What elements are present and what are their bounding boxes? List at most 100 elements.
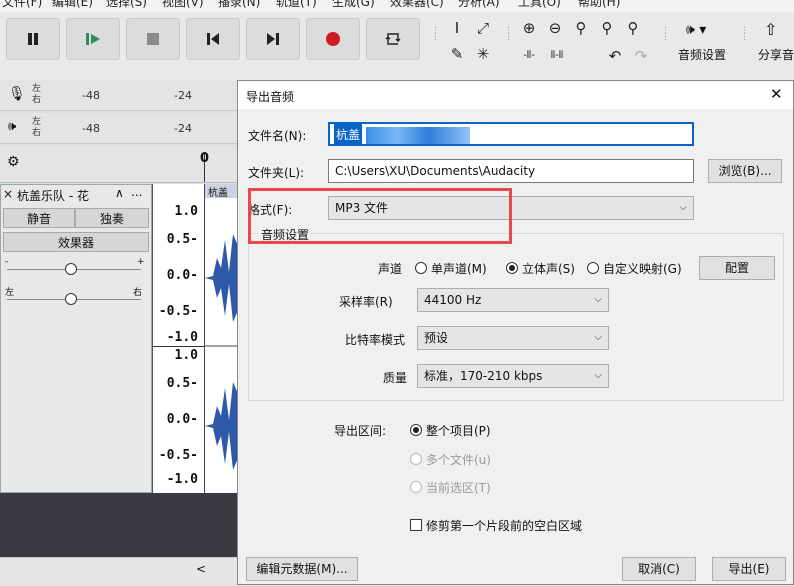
skip-to-end-button[interactable] xyxy=(246,18,300,60)
skip-to-start-button[interactable] xyxy=(186,18,240,60)
effects-button[interactable]: 效果器 xyxy=(3,232,149,252)
chevron-up-icon[interactable]: ∧ xyxy=(115,186,124,200)
custom-mapping-label[interactable]: 自定义映射(G) xyxy=(603,260,682,277)
gain-minus-label: - xyxy=(5,257,9,267)
scale-label: 1.0 xyxy=(174,204,198,219)
menu-select[interactable]: 选择(S) xyxy=(106,0,147,10)
whole-project-label[interactable]: 整个项目(P) xyxy=(426,422,491,439)
audio-setup-button[interactable]: 🕪 ▾ 音频设置 xyxy=(672,18,734,70)
highlight-box xyxy=(248,188,512,244)
selection-tool-icon[interactable]: I xyxy=(446,18,468,38)
solo-button[interactable]: 独奏 xyxy=(75,208,149,228)
menu-tracks[interactable]: 轨道(T) xyxy=(276,0,317,10)
menu-analyze[interactable]: 分析(A) xyxy=(458,0,500,10)
bitrate-mode-label: 比特率模式 xyxy=(345,333,406,347)
pause-icon xyxy=(28,33,38,45)
export-button[interactable]: 导出(E) xyxy=(712,557,786,581)
menu-file[interactable]: 文件(F) xyxy=(2,0,42,10)
close-track-icon[interactable]: × xyxy=(3,187,13,201)
edit-metadata-button[interactable]: 编辑元数据(M)... xyxy=(246,557,358,581)
timeline-zero-label: 0 xyxy=(200,151,210,166)
radio-multiple-files xyxy=(410,453,422,465)
radio-mono[interactable] xyxy=(415,262,427,274)
quality-value: 标准，170-210 kbps xyxy=(424,369,543,383)
trim-blank-checkbox[interactable] xyxy=(410,519,422,531)
clip-name[interactable]: 杭盖 xyxy=(205,184,238,198)
stop-icon xyxy=(147,33,159,45)
horizontal-scrollbar[interactable]: < xyxy=(0,557,238,586)
grip-icon[interactable]: ⋮ ⋮ xyxy=(431,27,440,48)
scale-label: -0.5- xyxy=(158,304,198,319)
menu-tools[interactable]: 工具(O) xyxy=(518,0,561,10)
playback-meter[interactable]: 🕪 左 右 -48 -24 xyxy=(0,113,238,144)
filename-field[interactable]: 杭盖 xyxy=(328,122,694,146)
chevron-down-icon: ⌵ xyxy=(594,332,602,343)
folder-label: 文件夹(L): xyxy=(248,166,305,180)
trim-blank-label[interactable]: 修剪第一个片段前的空白区域 xyxy=(426,517,582,534)
track-name[interactable]: 杭盖乐队 - 花 xyxy=(17,187,89,204)
fit-selection-icon[interactable]: ⚲ xyxy=(570,18,592,38)
quality-select[interactable]: 标准，170-210 kbps ⌵ xyxy=(417,364,609,388)
export-range-label: 导出区间: xyxy=(334,424,387,438)
record-button[interactable] xyxy=(306,18,360,60)
fit-project-icon[interactable]: ⚲ xyxy=(596,18,618,38)
radio-custom-mapping[interactable] xyxy=(587,262,599,274)
gear-icon[interactable]: ⚙ xyxy=(7,154,20,170)
trim-outside-icon[interactable]: -⦀- xyxy=(518,46,540,66)
browse-button[interactable]: 浏览(B)... xyxy=(708,159,782,183)
menu-effect[interactable]: 效果器(C) xyxy=(390,0,444,10)
track-menu-icon[interactable]: ... xyxy=(131,185,142,199)
configure-button[interactable]: 配置 xyxy=(699,256,775,280)
meter-left-label: 左 xyxy=(32,117,42,127)
mono-label[interactable]: 单声道(M) xyxy=(431,260,487,277)
record-meter[interactable]: 🎙 左 右 -48 -24 xyxy=(0,80,238,111)
draw-tool-icon[interactable]: ✎ xyxy=(446,44,468,64)
redo-icon[interactable]: ↷ xyxy=(630,46,652,66)
record-icon xyxy=(326,32,340,46)
timeline-ruler[interactable]: ⚙ 0 xyxy=(0,146,238,183)
cancel-button[interactable]: 取消(C) xyxy=(622,557,696,581)
samplerate-select[interactable]: 44100 Hz ⌵ xyxy=(417,288,609,312)
mute-button[interactable]: 静音 xyxy=(3,208,75,228)
close-icon[interactable]: ✕ xyxy=(770,85,783,103)
menu-edit[interactable]: 编辑(E) xyxy=(52,0,93,10)
samplerate-label: 采样率(R) xyxy=(339,295,393,309)
menu-generate[interactable]: 生成(G) xyxy=(332,0,375,10)
zoom-out-icon[interactable]: ⊖ xyxy=(544,18,566,38)
menu-record[interactable]: 播录(N) xyxy=(218,0,260,10)
menu-view[interactable]: 视图(V) xyxy=(162,0,204,10)
menu-bar: 文件(F) 编辑(E) 选择(S) 视图(V) 播录(N) 轨道(T) 生成(G… xyxy=(0,0,794,12)
dialog-title: 导出音频 xyxy=(246,90,295,104)
skip-start-icon xyxy=(207,33,219,45)
track-control-panel: × 杭盖乐队 - 花 ∧ ... 静音 独奏 效果器 - + 左 右 xyxy=(0,184,152,493)
zoom-toggle-icon[interactable]: ⚲ xyxy=(622,18,644,38)
pan-right-label: 右 xyxy=(133,288,143,298)
radio-whole-project[interactable] xyxy=(410,424,422,436)
bitrate-mode-select[interactable]: 预设 ⌵ xyxy=(417,326,609,350)
folder-field[interactable]: C:\Users\XU\Documents\Audacity xyxy=(328,159,694,183)
share-audio-button[interactable]: ⇧ 分享音 xyxy=(752,18,794,70)
gain-slider-handle[interactable] xyxy=(65,263,77,275)
meter-tick: -24 xyxy=(174,122,192,135)
radio-stereo[interactable] xyxy=(506,262,518,274)
grip-icon[interactable]: ⋮ ⋮ xyxy=(740,27,749,48)
silence-audio-icon[interactable]: ⦀-⦀ xyxy=(546,46,568,66)
multi-tool-icon[interactable]: ✳ xyxy=(472,44,494,64)
play-button[interactable] xyxy=(66,18,120,60)
grip-icon[interactable]: ⋮ ⋮ xyxy=(661,27,670,48)
chevron-left-icon[interactable]: < xyxy=(196,562,206,576)
waveform-clip[interactable]: 杭盖 xyxy=(204,184,238,493)
grip-icon[interactable]: ⋮ ⋮ xyxy=(504,27,513,48)
pan-slider-handle[interactable] xyxy=(65,293,77,305)
current-selection-label: 当前选区(T) xyxy=(426,481,491,495)
multiple-files-label: 多个文件(u) xyxy=(426,453,491,467)
loop-button[interactable] xyxy=(366,18,420,60)
pause-button[interactable] xyxy=(6,18,60,60)
undo-icon[interactable]: ↶ xyxy=(604,46,626,66)
envelope-tool-icon[interactable]: ⤢ xyxy=(472,18,494,38)
filename-redacted-region xyxy=(365,126,470,144)
menu-help[interactable]: 帮助(H) xyxy=(578,0,620,10)
stop-button[interactable] xyxy=(126,18,180,60)
stereo-label[interactable]: 立体声(S) xyxy=(522,260,575,277)
zoom-in-icon[interactable]: ⊕ xyxy=(518,18,540,38)
